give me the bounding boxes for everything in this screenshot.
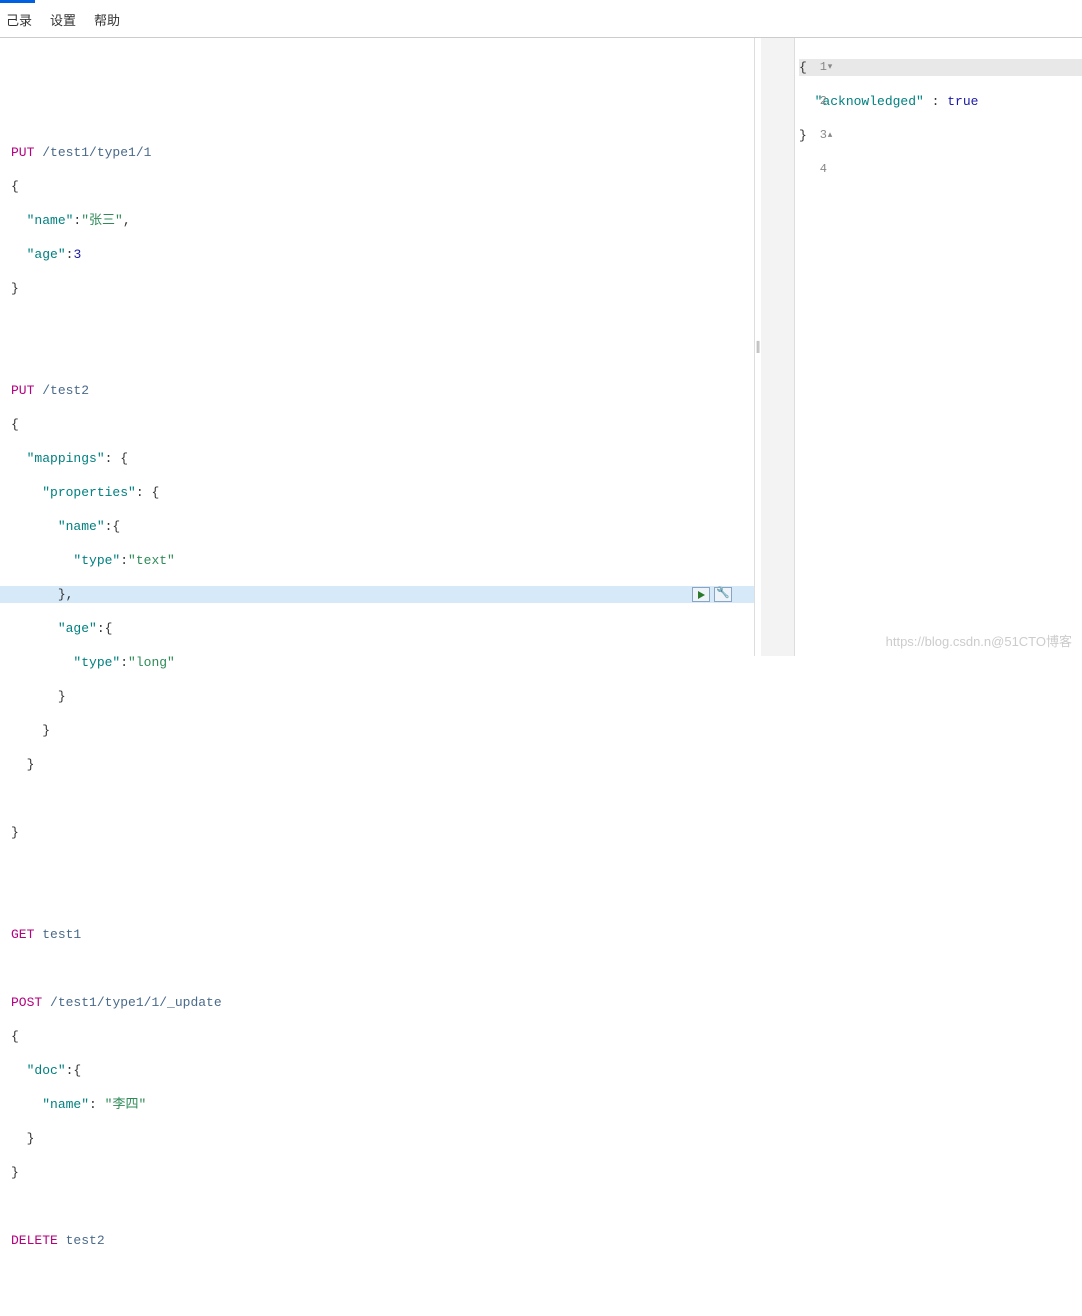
fold-icon[interactable]: ▴ — [827, 127, 833, 144]
code-line[interactable]: "mappings": { — [11, 450, 754, 467]
result-line: 3▴} — [799, 127, 1082, 144]
editor-pane[interactable]: 🔧 PUT /test1/type1/1 { "name":"张三", "age… — [0, 38, 755, 656]
code-line[interactable]: "doc":{ — [11, 1062, 754, 1079]
menu-help[interactable]: 帮助 — [94, 10, 120, 29]
menu-settings[interactable]: 设置 — [50, 10, 76, 29]
wrench-icon: 🔧 — [716, 586, 730, 603]
play-icon — [698, 591, 705, 599]
code-line[interactable] — [11, 892, 754, 909]
code-line[interactable]: "name":"张三", — [11, 212, 754, 229]
code-line[interactable]: } — [11, 722, 754, 739]
code-line[interactable]: "name":{ — [11, 518, 754, 535]
code-line[interactable] — [11, 960, 754, 977]
result-pane: 1▾{ 2 "acknowledged" : true 3▴} 4 — [761, 38, 1082, 656]
main-split: 🔧 PUT /test1/type1/1 { "name":"张三", "age… — [0, 38, 1082, 656]
fold-icon[interactable]: ▾ — [827, 59, 833, 76]
menu-bar: 己录 设置 帮助 — [0, 3, 1082, 38]
wrench-button[interactable]: 🔧 — [714, 587, 732, 602]
result-line: 4 — [799, 161, 1082, 178]
code-line[interactable] — [11, 858, 754, 875]
code-line[interactable]: } — [11, 1130, 754, 1147]
code-line[interactable]: } — [11, 280, 754, 297]
code-line[interactable]: "age":{ — [11, 620, 754, 637]
code-line[interactable]: PUT /test1/type1/1 — [11, 144, 754, 161]
code-line[interactable]: "age":3 — [11, 246, 754, 263]
code-line[interactable]: { — [11, 416, 754, 433]
code-line[interactable]: "type":"long" — [11, 654, 754, 671]
code-line[interactable]: } — [11, 756, 754, 773]
code-line[interactable]: "type":"text" — [11, 552, 754, 569]
code-line[interactable]: } — [11, 688, 754, 705]
code-line[interactable]: { — [11, 178, 754, 195]
run-button[interactable] — [692, 587, 710, 602]
result-line: 1▾{ — [799, 59, 1082, 76]
code-line[interactable]: DELETE test2 — [11, 1232, 754, 1249]
line-actions: 🔧 — [692, 586, 732, 603]
code-line[interactable]: POST /test1/type1/1/_update — [11, 994, 754, 1011]
code-line[interactable] — [11, 348, 754, 365]
code-line[interactable]: } — [11, 824, 754, 841]
code-line[interactable] — [11, 314, 754, 331]
code-line[interactable]: GET test1 — [11, 926, 754, 943]
menu-history[interactable]: 己录 — [6, 10, 32, 29]
code-line[interactable]: { — [11, 1028, 754, 1045]
code-line[interactable]: }, — [11, 586, 754, 603]
result-gutter — [761, 38, 795, 656]
code-line[interactable]: "name": "李四" — [11, 1096, 754, 1113]
watermark: https://blog.csdn.n@51CTO博客 — [886, 631, 1072, 650]
code-line[interactable]: "properties": { — [11, 484, 754, 501]
code-line[interactable]: } — [11, 1164, 754, 1181]
code-line[interactable] — [11, 1198, 754, 1215]
response-viewer[interactable]: 1▾{ 2 "acknowledged" : true 3▴} 4 — [761, 38, 1082, 212]
result-line: 2 "acknowledged" : true — [799, 93, 1082, 110]
code-line[interactable]: PUT /test2 — [11, 382, 754, 399]
request-editor[interactable]: 🔧 PUT /test1/type1/1 { "name":"张三", "age… — [0, 38, 754, 1316]
code-line[interactable] — [11, 790, 754, 807]
